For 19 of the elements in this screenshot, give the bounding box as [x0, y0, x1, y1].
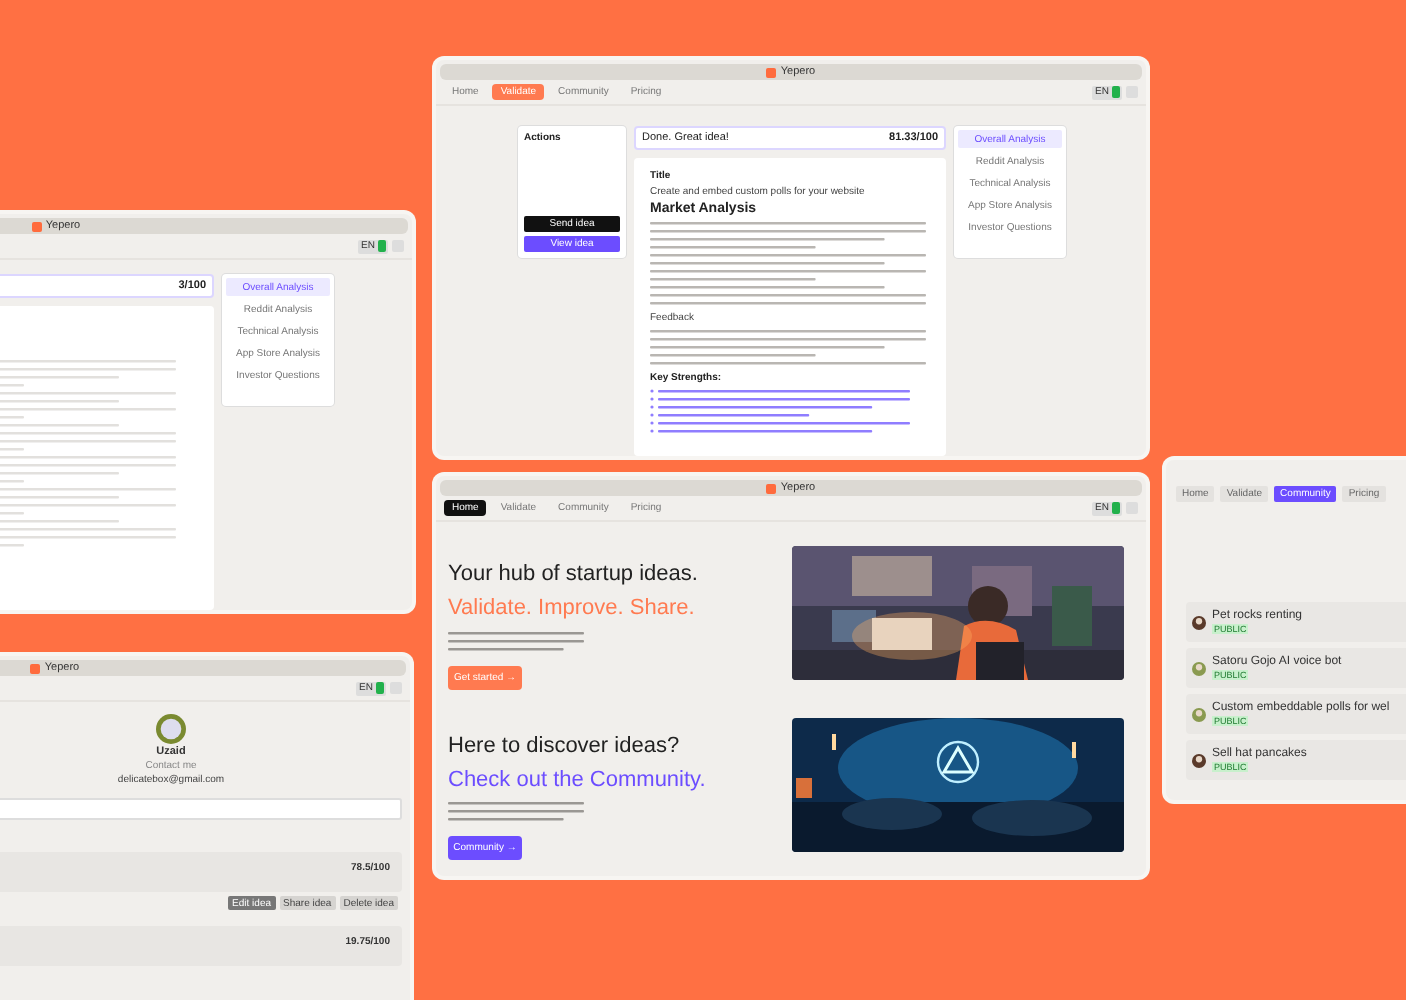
accent-headline: Check out the Community. [448, 765, 706, 795]
accent-headline: Validate. Improve. Share. [448, 594, 697, 624]
logo-icon [31, 221, 42, 231]
plus-icon [377, 240, 385, 252]
text-lines-drawing [448, 800, 584, 825]
avatar-icon [1192, 753, 1206, 767]
plus-icon [375, 682, 383, 694]
logo-icon [766, 483, 777, 493]
logo-icon [766, 67, 777, 77]
avatar-icon [156, 714, 186, 744]
logo-icon [30, 663, 41, 673]
headline: Here to discover ideas? [448, 731, 682, 760]
plus-icon [1111, 502, 1119, 514]
avatar-icon [1192, 661, 1206, 675]
text-lines-drawing [448, 629, 584, 654]
headline: Your hub of startup ideas. [448, 560, 698, 589]
plus-icon [1111, 86, 1119, 98]
avatar-icon [1192, 615, 1206, 629]
avatar-icon [1192, 707, 1206, 721]
